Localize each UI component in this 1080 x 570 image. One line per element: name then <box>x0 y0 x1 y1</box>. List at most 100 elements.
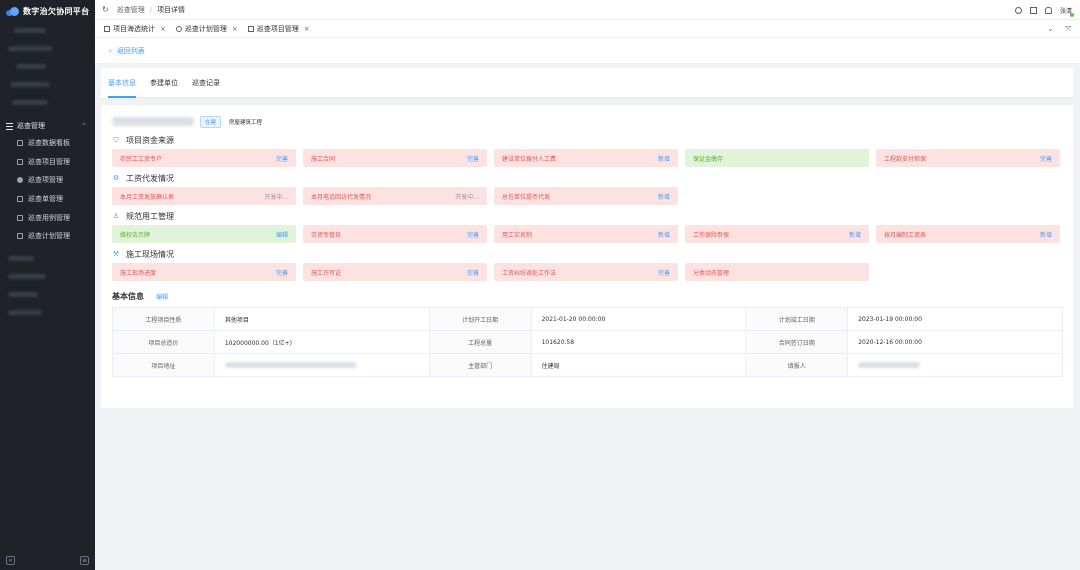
blurred-menu-item[interactable] <box>12 100 48 105</box>
item-action[interactable]: 新增 <box>658 154 670 163</box>
item-card[interactable]: 总包单位提币代发 新增 <box>494 187 678 205</box>
item-label: 建设单位拨付人工费 <box>502 155 557 163</box>
item-label: 按月编制工资表 <box>884 231 927 239</box>
tab-units[interactable]: 参建单位 <box>150 68 178 98</box>
globe-icon[interactable] <box>1014 6 1022 14</box>
refresh-icon[interactable]: ↻ <box>102 5 109 14</box>
item-action[interactable]: 完善 <box>276 268 288 277</box>
item-card[interactable]: 工伤保险参保 新增 <box>685 225 869 243</box>
fullscreen-icon[interactable] <box>1029 6 1037 14</box>
section-cards: 施工现场进度 完善 施工许可证 完善 工资纠纷调处工作法 完善 分类动态管理 <box>112 263 1063 281</box>
item-label: 工程款支付担保 <box>884 155 927 163</box>
bell-icon[interactable] <box>1044 6 1052 14</box>
menu-group-label: 巡查管理 <box>17 122 45 130</box>
item-card[interactable]: 施工现场进度 完善 <box>112 263 296 281</box>
item-card[interactable]: 保证金缴存 <box>685 149 869 167</box>
tag-project-management[interactable]: 巡查项目管理 × <box>247 24 310 34</box>
item-card[interactable]: 本月电话回访代发情况 开发中... <box>303 187 487 205</box>
collapse-icon[interactable]: « <box>6 556 15 565</box>
item-action[interactable]: 开发中... <box>264 192 288 201</box>
item-card[interactable]: 工程款支付担保 完善 <box>876 149 1060 167</box>
item-action[interactable]: 开发中... <box>455 192 479 201</box>
sidebar-item-label: 巡查项目管理 <box>28 157 70 166</box>
tab-basic-info[interactable]: 基本信息 <box>108 68 136 98</box>
dashboard-icon <box>17 140 23 147</box>
field-label: 主管部门 <box>428 353 532 377</box>
sidebar-item-dashboard[interactable]: 巡查数据看板 <box>0 134 95 153</box>
section-site: ⚒ 施工现场情况 施工现场进度 完善 施工许可证 完善 工资纠纷调处工作法 完善 分类… <box>112 247 1063 281</box>
item-card[interactable]: 维权告示牌 编辑 <box>112 225 296 243</box>
tag-project-stats[interactable]: 项目海选统计 × <box>104 24 166 34</box>
blurred-menu-item[interactable] <box>8 46 52 51</box>
item-label: 本月电话回访代发情况 <box>311 193 372 201</box>
blurred-menu-item[interactable] <box>8 309 42 315</box>
sidebar-footer: « ≡ <box>0 556 95 565</box>
list-icon <box>6 122 13 130</box>
app-logo[interactable]: 数字治欠协同平台 <box>0 0 95 22</box>
blurred-menu-top <box>0 22 95 105</box>
item-card[interactable]: 农民工工资专户 完善 <box>112 149 296 167</box>
sidebar-item-check-items[interactable]: 巡查项管理 <box>0 171 95 190</box>
menu-group-patrol: 巡查管理 ⌃ 巡查数据看板 巡查项目管理 巡查项管理 巡查单管理 巡查用例管理 … <box>0 118 95 246</box>
item-label: 农民工工资专户 <box>120 155 163 163</box>
item-action[interactable]: 新增 <box>849 230 861 239</box>
section-title: ⚒ 施工现场情况 <box>112 247 1063 261</box>
field-value-blurred <box>213 353 430 377</box>
tab-records[interactable]: 巡查记录 <box>192 68 220 98</box>
item-action[interactable]: 新增 <box>1040 230 1052 239</box>
item-action[interactable]: 完善 <box>467 230 479 239</box>
item-card[interactable]: 劳资专管员 完善 <box>303 225 487 243</box>
blurred-menu-item[interactable] <box>8 291 38 297</box>
sidebar-item-label: 巡查用例管理 <box>28 213 70 222</box>
blurred-menu-item[interactable] <box>14 28 46 33</box>
chevron-up-icon: ⌃ <box>81 122 87 130</box>
section-title-text: 规范用工管理 <box>126 211 174 221</box>
project-name-blurred <box>112 117 194 126</box>
close-icon[interactable]: × <box>160 25 166 33</box>
field-label: 计划开工日期 <box>428 307 532 331</box>
chevron-down-icon[interactable]: ⌄ <box>1048 25 1054 33</box>
field-label: 合同签订日期 <box>745 330 849 354</box>
item-action[interactable]: 完善 <box>1040 154 1052 163</box>
item-action[interactable]: 新增 <box>658 192 670 201</box>
item-card[interactable]: 本月工资发放确认表 开发中... <box>112 187 296 205</box>
close-icon[interactable]: × <box>304 25 310 33</box>
item-card[interactable]: 按月编制工资表 新增 <box>876 225 1060 243</box>
edit-button[interactable]: 编辑 <box>156 292 168 301</box>
sidebar-item-cases[interactable]: 巡查用例管理 <box>0 208 95 227</box>
blurred-menu-item[interactable] <box>8 255 34 261</box>
sidebar-item-plans[interactable]: 巡查计划管理 <box>0 227 95 246</box>
item-label: 分类动态管理 <box>693 269 730 277</box>
blurred-menu-item[interactable] <box>10 82 50 87</box>
item-action[interactable]: 新增 <box>658 230 670 239</box>
menu-icon[interactable]: ≡ <box>80 556 89 565</box>
breadcrumb-item[interactable]: 巡查管理 <box>117 5 145 15</box>
item-action[interactable]: 编辑 <box>276 230 288 239</box>
user-avatar[interactable]: 张清 <box>1060 6 1074 17</box>
item-card[interactable]: 施工合同 完善 <box>303 149 487 167</box>
field-label: 工程项目性质 <box>112 307 215 331</box>
close-icon[interactable]: × <box>232 25 238 33</box>
close-all-icon[interactable]: ⤧ <box>1065 25 1071 34</box>
blurred-menu-item[interactable] <box>8 273 46 279</box>
item-card[interactable]: 工资纠纷调处工作法 完善 <box>494 263 678 281</box>
tag-plan-management[interactable]: 巡查计划管理 × <box>175 24 238 34</box>
item-action[interactable]: 完善 <box>658 268 670 277</box>
blurred-menu-bottom <box>0 246 95 315</box>
item-action[interactable]: 完善 <box>276 154 288 163</box>
back-link[interactable]: ‹ 返回列表 <box>95 38 1080 63</box>
item-card[interactable]: 施工许可证 完善 <box>303 263 487 281</box>
item-action[interactable]: 完善 <box>467 154 479 163</box>
item-label: 施工合同 <box>311 155 336 163</box>
blurred-menu-item[interactable] <box>16 64 46 69</box>
item-card[interactable]: 建设单位拨付人工费 新增 <box>494 149 678 167</box>
section-cards: 本月工资发放确认表 开发中... 本月电话回访代发情况 开发中... 总包单位提币代… <box>112 187 1063 205</box>
item-label: 本月工资发放确认表 <box>120 193 175 201</box>
item-action[interactable]: 完善 <box>467 268 479 277</box>
menu-group-title[interactable]: 巡查管理 ⌃ <box>0 118 95 134</box>
item-card[interactable]: 用工实名制 新增 <box>494 225 678 243</box>
section-title: ♙ 规范用工管理 <box>112 209 1063 223</box>
item-card[interactable]: 分类动态管理 <box>685 263 869 281</box>
sidebar-item-forms[interactable]: 巡查单管理 <box>0 190 95 209</box>
sidebar-item-projects[interactable]: 巡查项目管理 <box>0 153 95 172</box>
